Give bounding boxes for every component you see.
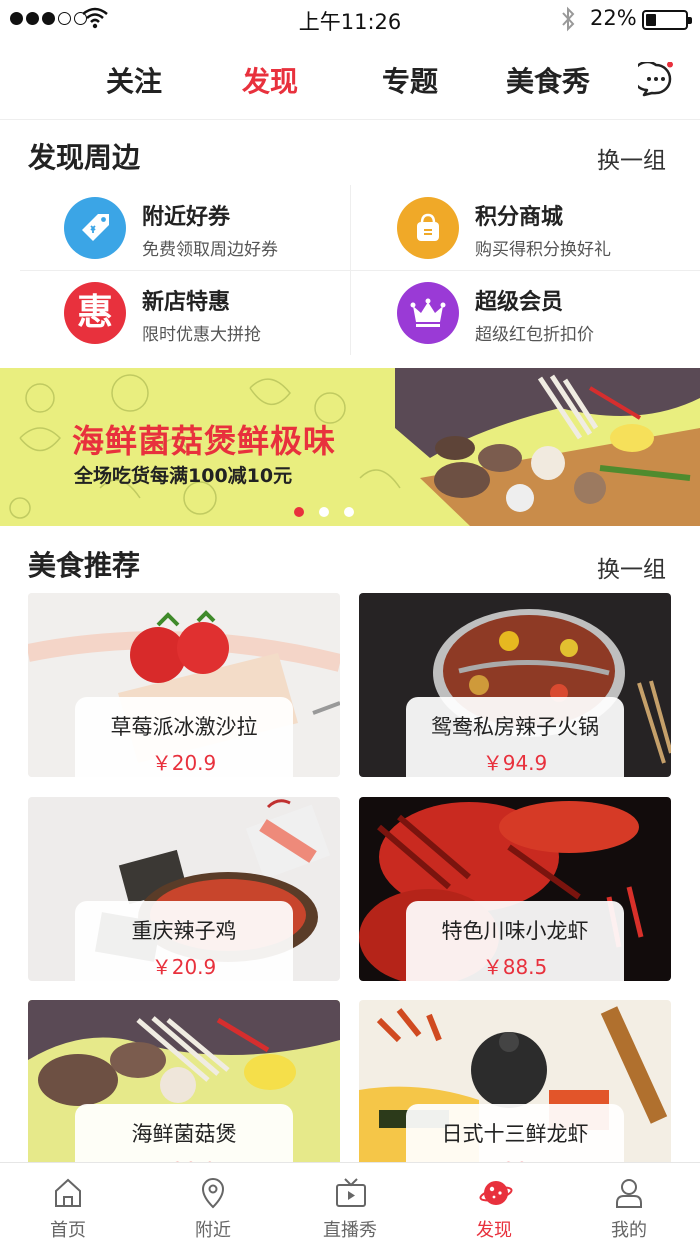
nav-home[interactable]: 首页 [8,1163,128,1245]
food-price: ￥20.9 [151,751,217,775]
banner-pagination [294,507,354,517]
food-card[interactable]: 日式十三鲜龙虾 ￥20.5 [359,1000,671,1184]
food-price: ￥88.5 [482,955,548,979]
home-icon [55,1178,81,1207]
food-price: ￥94.9 [482,751,548,775]
food-name: 日式十三鲜龙虾 [441,1122,589,1146]
food-card[interactable]: 草莓派冰激沙拉 ￥20.9 [28,593,340,777]
status-bar: 上午11:26 22% [0,0,700,40]
recommend-section-title: 美食推荐 [28,549,141,582]
nearby-item-name: 附近好券 [142,205,231,230]
food-name: 鸳鸯私房辣子火锅 [431,715,599,739]
tab-topics[interactable]: 专题 [382,60,438,100]
discover-planet-icon [479,1181,513,1205]
promo-banner[interactable]: 海鲜菌菇煲鲜极味 全场吃货每满100减10元 [0,368,700,526]
food-card[interactable]: 海鲜菌菇煲 ￥20.9 [28,1000,340,1184]
nav-label: 附近 [195,1220,231,1241]
battery-icon [642,10,692,30]
nearby-item-name: 新店特惠 [142,290,231,315]
nearby-section-title: 发现周边 [28,141,141,174]
nearby-item-name: 超级会员 [475,290,564,315]
top-tab-bar: 关注 发现 专题 美食秀 [0,40,700,120]
nearby-item-desc: 购买得积分换好礼 [475,240,611,260]
nav-label: 发现 [476,1220,512,1241]
shopping-bag-icon [397,197,459,259]
battery-percent: 22% [590,6,637,30]
food-card[interactable]: 特色川味小龙虾 ￥88.5 [359,797,671,981]
points-mall[interactable]: 积分商城 购买得积分换好礼 [397,185,700,270]
recommend-refresh-button[interactable]: 换一组 [597,550,666,584]
food-name: 特色川味小龙虾 [441,919,589,943]
tv-play-icon [336,1178,366,1207]
nav-live[interactable]: 直播秀 [290,1163,410,1245]
nav-label: 我的 [611,1220,647,1241]
food-name: 重庆辣子鸡 [131,919,237,943]
nearby-item-desc: 免费领取周边好券 [142,240,278,260]
bottom-nav: 首页 附近 直播秀 发现 我的 [0,1162,700,1245]
banner-title: 海鲜菌菇煲鲜极味 [72,422,337,460]
user-icon [616,1179,642,1208]
nearby-item-name: 积分商城 [475,205,564,230]
nav-label: 首页 [50,1220,86,1241]
crown-icon [397,282,459,344]
nav-label: 直播秀 [323,1220,377,1241]
bluetooth-icon [562,6,575,32]
food-name: 海鲜菌菇煲 [131,1122,237,1146]
nav-discover[interactable]: 发现 [434,1163,554,1245]
nav-nearby[interactable]: 附近 [153,1163,273,1245]
super-member[interactable]: 超级会员 超级红包折扣价 [397,270,700,355]
nearby-item-desc: 超级红包折扣价 [475,325,594,345]
tab-food-show[interactable]: 美食秀 [506,60,590,100]
coupon-tag-icon [64,197,126,259]
nearby-item-desc: 限时优惠大拼抢 [142,325,261,345]
hui-icon: 惠 [64,282,126,344]
message-icon[interactable] [638,62,674,98]
new-store-deals[interactable]: 惠 新店特惠 限时优惠大拼抢 [64,270,384,355]
nav-mine[interactable]: 我的 [569,1163,689,1245]
location-pin-icon [201,1177,225,1209]
food-card[interactable]: 鸳鸯私房辣子火锅 ￥94.9 [359,593,671,777]
nearby-grid: 附近好券 免费领取周边好券 积分商城 购买得积分换好礼 惠 新店特惠 限时优惠大… [0,185,700,355]
nearby-refresh-button[interactable]: 换一组 [597,141,666,175]
food-name: 草莓派冰激沙拉 [110,715,258,739]
nearby-coupons[interactable]: 附近好券 免费领取周边好券 [64,185,384,270]
food-price: ￥20.9 [151,955,217,979]
banner-subtitle: 全场吃货每满100减10元 [74,465,293,487]
tab-follow[interactable]: 关注 [106,60,162,100]
tab-discover[interactable]: 发现 [242,60,298,100]
food-card[interactable]: 重庆辣子鸡 ￥20.9 [28,797,340,981]
